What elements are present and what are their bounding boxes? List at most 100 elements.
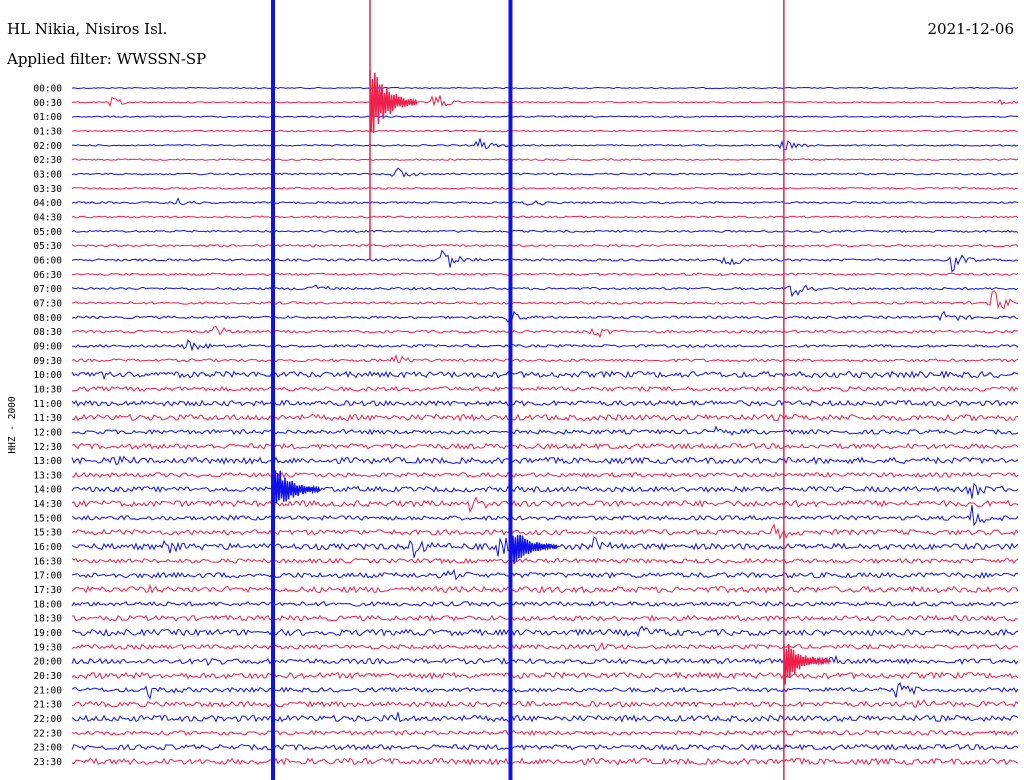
time-tick-label: 00:30: [33, 98, 62, 109]
time-tick-label: 17:00: [33, 571, 62, 582]
trace-line: [71, 743, 1019, 751]
trace-line: [71, 455, 1019, 465]
time-tick-label: 06:00: [33, 255, 62, 266]
time-tick-label: 19:30: [33, 642, 62, 653]
trace-line: [71, 568, 1019, 581]
trace-line: [71, 94, 1019, 108]
time-tick-label: 09:30: [33, 356, 62, 367]
time-tick-label: 09:00: [33, 341, 62, 352]
time-tick-label: 11:00: [33, 399, 62, 410]
time-tick-label: 16:30: [33, 556, 62, 567]
seismogram-plot: 00:00 00:30 01:00 01:30 02:00 02:30 03:00 03:30…: [7, 0, 1019, 780]
trace-line: [71, 310, 1019, 323]
trace-line: [71, 600, 1019, 607]
trace-line: [71, 129, 1018, 133]
trace-line: [71, 325, 1019, 339]
trace-line: [71, 229, 1019, 233]
time-tick-label: 17:30: [33, 585, 62, 596]
trace-line: [71, 523, 1019, 540]
trace-line: [71, 614, 1019, 623]
trace-line: [71, 671, 1019, 680]
time-tick-label: 21:00: [33, 685, 62, 696]
time-tick-label: 07:30: [33, 298, 62, 309]
trace-line: [71, 158, 1019, 162]
trace-line: [71, 167, 1019, 178]
time-tick-label: 05:00: [33, 227, 62, 238]
trace-line: [71, 641, 1019, 652]
trace-line: [71, 625, 1019, 638]
time-tick-label: 03:30: [33, 184, 62, 195]
trace-line: [71, 115, 1018, 118]
time-tick-label: 00:00: [33, 84, 62, 95]
trace-line: [71, 699, 1019, 708]
trace-line: [71, 138, 1019, 151]
time-tick-label: 08:30: [33, 327, 62, 338]
trace-line: [71, 385, 1019, 392]
time-tick-label: 01:00: [33, 112, 62, 123]
trace-line: [71, 272, 1019, 277]
time-tick-label: 10:00: [33, 370, 62, 381]
trace-line: [71, 471, 1019, 479]
trace-line: [71, 370, 1019, 381]
time-tick-label: 06:30: [33, 270, 62, 281]
time-tick-label: 04:00: [33, 198, 62, 209]
time-tick-label: 19:00: [33, 628, 62, 639]
time-tick-label: 16:00: [33, 542, 62, 553]
trace-group: [71, 0, 1019, 780]
trace-line: [71, 197, 1019, 206]
spike-burst: [509, 531, 558, 564]
time-tick-label: 11:30: [33, 413, 62, 424]
time-tick-label: 14:30: [33, 499, 62, 510]
time-tick-label: 03:00: [33, 169, 62, 180]
time-tick-label: 07:00: [33, 284, 62, 295]
time-tick-label: 20:00: [33, 657, 62, 668]
spike-burst: [369, 70, 418, 134]
trace-line: [71, 712, 1019, 723]
trace-line: [71, 583, 1019, 594]
trace-line: [71, 243, 1019, 248]
trace-line: [71, 215, 1019, 219]
trace-line: [71, 353, 1019, 363]
time-tick-label: 05:30: [33, 241, 62, 252]
spike-burst: [272, 463, 321, 516]
time-tick-label: 15:00: [33, 513, 62, 524]
time-tick-label: 02:00: [33, 141, 62, 152]
trace-line: [71, 682, 1019, 701]
time-tick-label: 10:30: [33, 384, 62, 395]
trace-line: [71, 757, 1019, 766]
spike-burst: [783, 643, 832, 685]
time-tick-label: 13:00: [33, 456, 62, 467]
time-tick-label: 01:30: [33, 126, 62, 137]
trace-line: [71, 284, 1019, 298]
trace-line: [71, 86, 1019, 90]
trace-line: [71, 729, 1019, 737]
time-tick-label: 13:30: [33, 470, 62, 481]
trace-line: [71, 186, 1019, 190]
trace-line: [71, 399, 1019, 407]
trace-line: [71, 289, 1019, 310]
time-tick-label: 20:30: [33, 671, 62, 682]
time-tick-label: 02:30: [33, 155, 62, 166]
time-tick-label: 14:00: [33, 485, 62, 496]
time-tick-label: 22:30: [33, 728, 62, 739]
trace-line: [71, 442, 1019, 450]
time-tick-label: 22:00: [33, 714, 62, 725]
time-tick-label: 04:30: [33, 212, 62, 223]
trace-line: [71, 557, 1019, 565]
helicorder-figure: HL Nikia, Nisiros Isl. Applied filter: W…: [0, 0, 1024, 780]
time-tick-label: 18:00: [33, 599, 62, 610]
trace-line: [71, 482, 1019, 499]
time-tick-label: 08:00: [33, 313, 62, 324]
time-tick-label: 21:30: [33, 700, 62, 711]
time-tick-labels: 00:00 00:30 01:00 01:30 02:00 02:30 03:00 03:30…: [33, 84, 62, 769]
time-tick-label: 23:00: [33, 743, 62, 754]
trace-line: [71, 425, 1019, 436]
time-tick-label: 23:30: [33, 757, 62, 768]
channel-label: HHZ - 2000: [7, 396, 18, 453]
trace-line: [71, 654, 1019, 667]
trace-line: [71, 496, 1019, 514]
trace-line: [71, 249, 1019, 273]
time-tick-label: 12:30: [33, 442, 62, 453]
time-tick-label: 18:30: [33, 614, 62, 625]
time-tick-label: 15:30: [33, 528, 62, 539]
